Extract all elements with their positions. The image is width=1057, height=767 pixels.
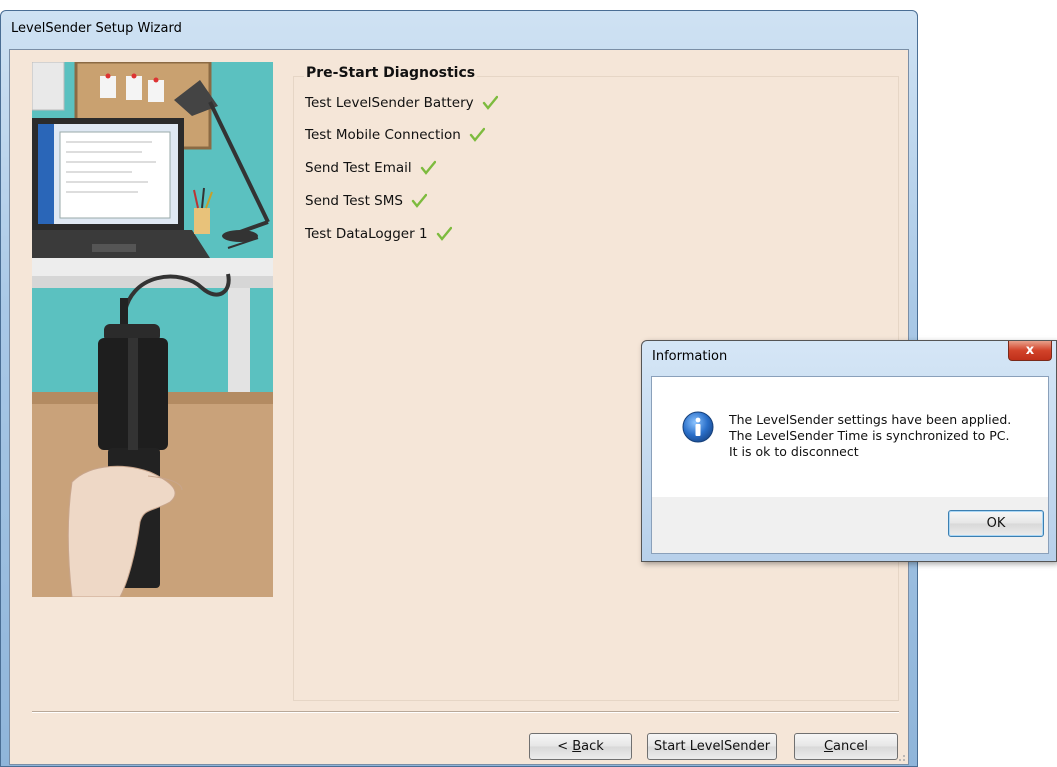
diagnostics-title: Pre-Start Diagnostics	[304, 65, 478, 81]
checkmark-icon	[482, 95, 498, 110]
information-dialog: Information x The LevelSender settings h…	[641, 340, 1057, 562]
button-separator	[32, 711, 899, 713]
wizard-illustration	[32, 62, 273, 597]
diagnostic-label: Test DataLogger 1	[305, 226, 428, 242]
diagnostic-item: Test DataLogger 1	[305, 226, 452, 242]
dialog-message-area: The LevelSender settings have been appli…	[652, 377, 1048, 497]
dialog-message: The LevelSender settings have been appli…	[729, 412, 1011, 460]
diagnostic-label: Send Test SMS	[305, 193, 403, 209]
dialog-message-line: The LevelSender settings have been appli…	[729, 412, 1012, 427]
back-button-label: ack	[581, 739, 604, 754]
diagnostic-label: Send Test Email	[305, 160, 412, 176]
checkmark-icon	[411, 193, 427, 208]
ok-button-label: OK	[986, 516, 1006, 531]
back-button-accelerator: B	[572, 739, 582, 754]
dialog-title: Information	[652, 349, 728, 364]
start-button-label: Start LevelSender	[653, 739, 771, 754]
dialog-body: The LevelSender settings have been appli…	[651, 376, 1049, 554]
diagnostic-item: Send Test Email	[305, 160, 436, 176]
dialog-message-line: The LevelSender Time is synchronized to …	[729, 428, 1010, 443]
diagnostic-item: Send Test SMS	[305, 193, 427, 209]
start-levelsender-button[interactable]: Start LevelSender	[647, 733, 777, 760]
close-icon: x	[1025, 343, 1035, 358]
cancel-button-accelerator: C	[823, 739, 834, 754]
resize-grip-icon[interactable]	[896, 752, 906, 762]
back-button-prefix: <	[557, 739, 573, 754]
checkmark-icon	[436, 226, 452, 241]
back-button[interactable]: < Back	[529, 733, 632, 760]
diagnostic-label: Test Mobile Connection	[305, 127, 461, 143]
wizard-title: LevelSender Setup Wizard	[11, 21, 182, 36]
diagnostic-item: Test Mobile Connection	[305, 127, 485, 143]
checkmark-icon	[420, 160, 436, 175]
ok-button[interactable]: OK	[948, 510, 1044, 537]
diagnostic-label: Test LevelSender Battery	[305, 95, 474, 111]
info-icon	[682, 411, 714, 443]
close-button[interactable]: x	[1008, 341, 1052, 361]
cancel-button[interactable]: Cancel	[794, 733, 898, 760]
checkmark-icon	[469, 127, 485, 142]
cancel-button-label: ancel	[833, 739, 869, 754]
dialog-message-line: It is ok to disconnect	[729, 444, 859, 459]
diagnostic-item: Test LevelSender Battery	[305, 95, 498, 111]
